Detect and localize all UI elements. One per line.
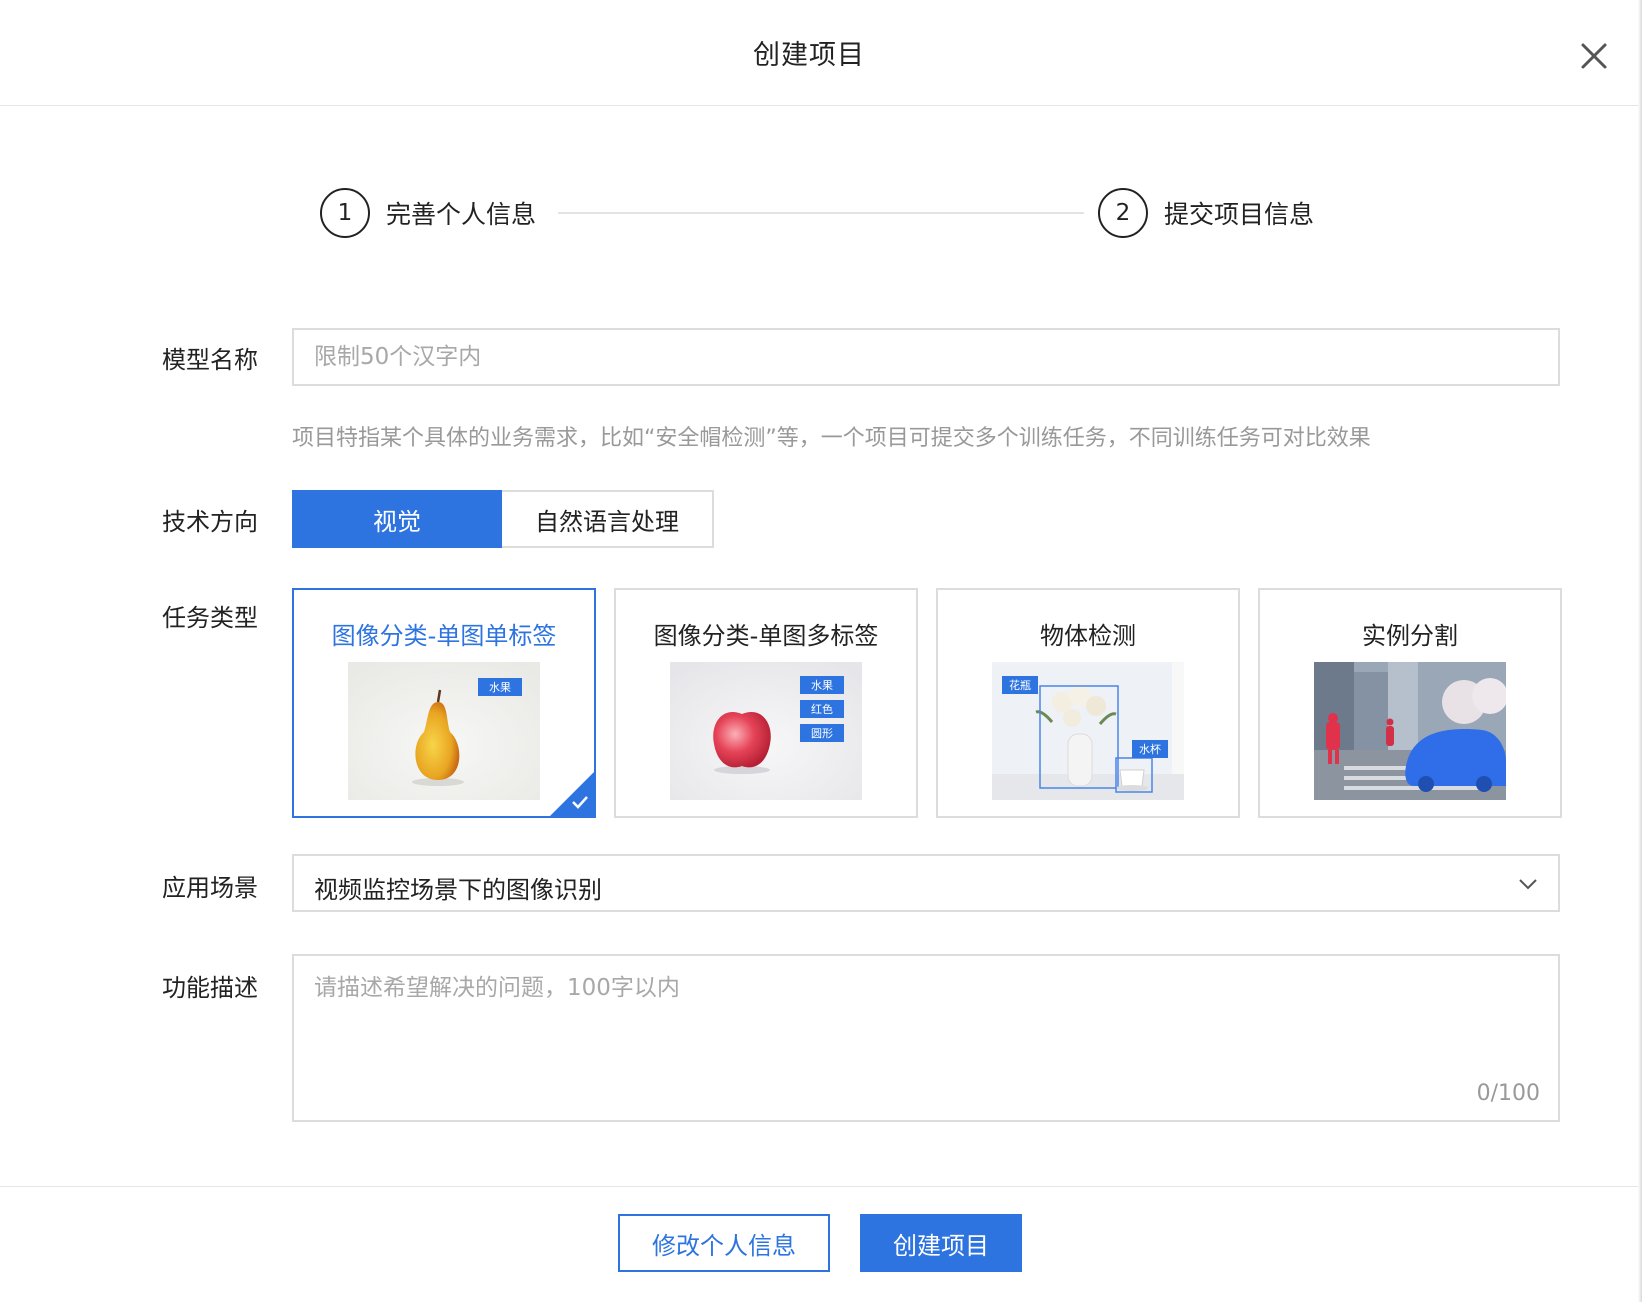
tech-direction-label: 技术方向 [162,508,258,536]
tech-option-vision[interactable]: 视觉 [292,490,502,548]
step-connector [558,212,1084,214]
image-tag: 水果 [478,678,522,696]
step-1-number: 1 [320,188,370,238]
scenario-value: 视频监控场景下的图像识别 [314,876,602,904]
model-name-hint: 项目特指某个具体的业务需求，比如“安全帽检测”等，一个项目可提交多个训练任务，不… [292,426,1371,451]
footer-divider [0,1186,1638,1187]
close-icon [1581,43,1607,69]
char-counter: 0/100 [1476,1081,1540,1106]
task-card-title: 图像分类-单图多标签 [653,622,879,650]
image-tag: 花瓶 [1002,676,1038,694]
create-project-button[interactable]: 创建项目 [860,1214,1022,1272]
task-card-single-label[interactable]: 图像分类-单图单标签 水果 [292,588,596,818]
task-card-title: 图像分类-单图单标签 [331,622,557,650]
image-tag: 水杯 [1132,740,1168,758]
step-1-label: 完善个人信息 [386,200,537,229]
tech-direction-segmented: 视觉 自然语言处理 [292,490,714,548]
task-type-label: 任务类型 [162,604,258,632]
task-card-instance-segmentation[interactable]: 实例分割 [1258,588,1562,818]
edit-personal-info-button[interactable]: 修改个人信息 [618,1214,830,1272]
step-2-label: 提交项目信息 [1164,200,1315,229]
step-1: 1 完善个人信息 [320,188,536,238]
image-tag: 水果 [800,676,844,694]
close-button[interactable] [1574,36,1614,76]
description-textarea[interactable] [294,956,1558,1120]
check-icon [572,796,588,809]
scenario-label: 应用场景 [162,874,258,902]
chevron-down-icon [1519,879,1537,890]
task-card-title: 物体检测 [1040,622,1136,650]
step-2-number: 2 [1098,188,1148,238]
street-example-image [1314,662,1506,800]
dialog-header: 创建项目 [0,0,1638,106]
dialog-edge-shadow [1638,0,1642,1302]
create-project-dialog: 创建项目 1 完善个人信息 2 提交项目信息 模型名称 项目特指某个具体的业务需… [0,0,1642,1302]
task-card-object-detection[interactable]: 物体检测 花瓶 水杯 [936,588,1240,818]
image-tag: 红色 [800,700,844,718]
description-label: 功能描述 [162,974,258,1002]
description-field: 0/100 [292,954,1560,1122]
task-card-multi-label[interactable]: 图像分类-单图多标签 水果 红色 圆形 [614,588,918,818]
dialog-title: 创建项目 [753,40,865,71]
image-tag: 圆形 [800,724,844,742]
scenario-select[interactable]: 视频监控场景下的图像识别 [292,854,1560,912]
tech-option-nlp[interactable]: 自然语言处理 [502,490,714,548]
step-2: 2 提交项目信息 [1098,188,1314,238]
model-name-label: 模型名称 [162,346,258,374]
model-name-input[interactable] [292,328,1560,386]
task-card-title: 实例分割 [1362,622,1458,650]
